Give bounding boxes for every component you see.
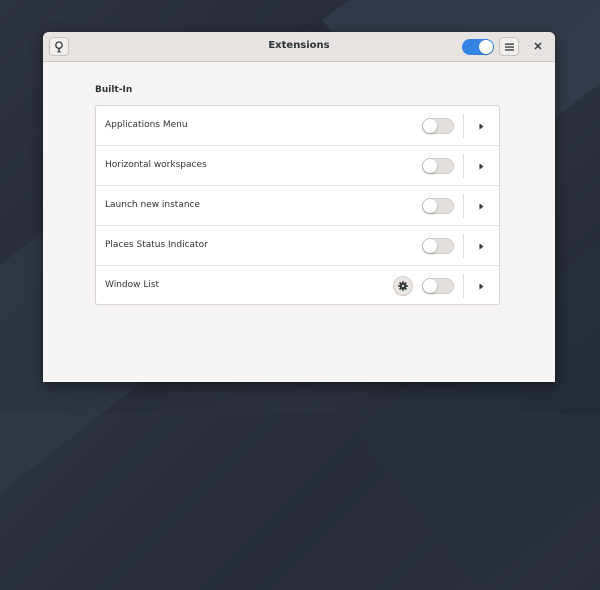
expand-button[interactable] — [476, 200, 486, 212]
extension-name: Horizontal workspaces — [105, 160, 207, 170]
hamburger-menu-icon — [504, 43, 514, 51]
extension-toggle[interactable] — [422, 158, 454, 174]
list-item[interactable]: Horizontal workspaces — [96, 146, 499, 186]
extensions-list: Applications Menu Horizontal workspaces … — [95, 105, 500, 305]
chevron-right-icon — [479, 203, 483, 209]
extension-settings-button[interactable] — [393, 276, 413, 296]
chevron-right-icon — [479, 123, 483, 129]
extension-toggle[interactable] — [422, 118, 454, 134]
separator — [463, 194, 464, 218]
close-icon — [534, 42, 542, 50]
extension-toggle[interactable] — [422, 238, 454, 254]
gear-icon — [398, 281, 408, 291]
extension-name: Window List — [105, 280, 160, 290]
chevron-right-icon — [479, 163, 483, 169]
toggle-knob — [479, 40, 493, 54]
list-item[interactable]: Launch new instance — [96, 186, 499, 226]
extensions-window: Extensions Built-In Applications Menu Ho… — [43, 32, 555, 382]
extension-toggle[interactable] — [422, 198, 454, 214]
expand-button[interactable] — [476, 120, 486, 132]
separator — [463, 114, 464, 138]
chevron-right-icon — [479, 283, 483, 289]
list-item[interactable]: Places Status Indicator — [96, 226, 499, 266]
separator — [463, 274, 464, 298]
list-item[interactable]: Applications Menu — [96, 106, 499, 146]
chevron-right-icon — [479, 243, 483, 249]
list-item[interactable]: Window List — [96, 266, 499, 306]
close-button[interactable] — [530, 38, 546, 54]
toggle-knob — [423, 199, 437, 213]
expand-button[interactable] — [476, 240, 486, 252]
extensions-master-toggle[interactable] — [462, 39, 494, 55]
extension-name: Places Status Indicator — [105, 240, 208, 250]
main-menu-button[interactable] — [499, 37, 519, 56]
expand-button[interactable] — [476, 160, 486, 172]
toggle-knob — [423, 239, 437, 253]
separator — [463, 234, 464, 258]
toggle-knob — [423, 159, 437, 173]
section-heading: Built-In — [95, 85, 133, 95]
extension-name: Launch new instance — [105, 200, 201, 210]
extension-name: Applications Menu — [105, 120, 188, 130]
extension-toggle[interactable] — [422, 278, 454, 294]
separator — [463, 154, 464, 178]
toggle-knob — [423, 119, 437, 133]
toggle-knob — [423, 279, 437, 293]
expand-button[interactable] — [476, 280, 486, 292]
header-bar: Extensions — [43, 32, 555, 62]
